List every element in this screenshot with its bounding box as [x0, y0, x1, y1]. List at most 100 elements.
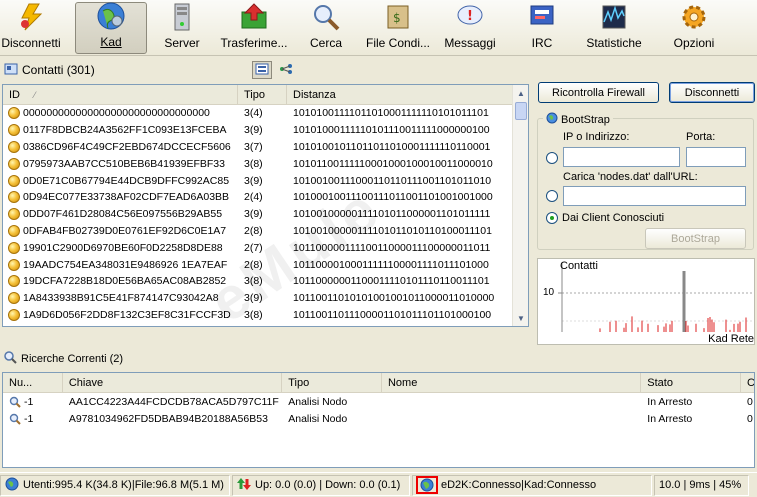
radio-url[interactable]: [546, 190, 558, 202]
toolbar-kad-button[interactable]: Kad: [75, 2, 147, 54]
contact-row[interactable]: 0DFAB4FB02739D0E0761EF92D6C0E1A7 2(8) 1010…: [3, 223, 528, 240]
main-toolbar: Disconnetti Kad Server Trasferime... Cer…: [0, 0, 757, 56]
contact-id-cell: 0D0E71C0B67794E44DCB9DFFC992AC85: [3, 174, 238, 187]
sort-indicator-icon: ⁄: [34, 89, 36, 100]
contact-tipo-cell: 2(4): [244, 191, 263, 204]
radio-known-clients[interactable]: [546, 212, 558, 224]
column-stato[interactable]: Stato: [641, 373, 741, 392]
toolbar-statistics-button[interactable]: Statistiche: [584, 2, 644, 54]
scroll-down-icon[interactable]: ▼: [513, 310, 528, 326]
toolbar-search-button[interactable]: Cerca: [304, 2, 348, 54]
contact-row[interactable]: 0795973AAB7CC510BEB6B41939EFBF33 3(8) 1010…: [3, 155, 528, 172]
contact-distance-cell: 10100100000111101011010110100011101: [293, 224, 492, 237]
contacts-icon: [4, 62, 18, 79]
contact-id-cell: 1A9D6D056F2DD8F132C3EF8C31FCCF3D: [3, 308, 238, 321]
search-num-cell: -1: [3, 396, 63, 408]
contacts-list[interactable]: ID ⁄ Tipo Distanza 0000000000000000000000…: [2, 84, 529, 327]
known-clients-label: Dai Client Conosciuti: [562, 212, 665, 224]
graph-view-toggle[interactable]: [276, 61, 296, 79]
contact-id-cell: 00000000000000000000000000000000: [3, 107, 238, 120]
contact-row[interactable]: 1A8433938B91C5E41F874147C93042A8 3(9) 1011…: [3, 290, 528, 307]
search-extra-cell: 0: [747, 412, 753, 425]
ip-label: IP o Indirizzo:: [563, 131, 630, 143]
status-users: Utenti:995.4 K(34.8 K)|File:96.8 M(5.1 M…: [0, 474, 230, 496]
recheck-firewall-button[interactable]: Ricontrolla Firewall: [538, 82, 659, 103]
contact-distance-cell: 10101100111110001000100010011000010: [293, 157, 493, 170]
toolbar-options-button[interactable]: Opzioni: [669, 2, 719, 54]
column-tipo[interactable]: Tipo: [238, 85, 287, 104]
network-connected-icon[interactable]: [416, 476, 438, 494]
list-view-toggle[interactable]: [252, 61, 272, 79]
lightning-disconnect-icon: [16, 2, 46, 32]
graph-title: Contatti: [560, 260, 598, 272]
contact-status-icon: [8, 292, 20, 305]
contact-row[interactable]: 19AADC754EA348031E9486926 1EA7EAF 2(8) 101…: [3, 256, 528, 273]
toolbar-shared-files-button[interactable]: $ File Condi...: [363, 2, 433, 54]
column-id[interactable]: ID ⁄: [3, 85, 238, 104]
status-ping: 10.0 | 9ms | 45%: [654, 474, 749, 496]
contacts-graph: Contatti 10 Kad Rete: [537, 258, 755, 345]
server-icon: [167, 2, 197, 32]
contact-row[interactable]: 19DCFA7228B18D0E56BA65AC08AB2852 3(8) 1011…: [3, 273, 528, 290]
radio-ip[interactable]: [546, 152, 558, 164]
toolbar-irc-button[interactable]: IRC: [522, 2, 562, 54]
toolbar-server-button[interactable]: Server: [160, 2, 204, 54]
status-network: eD2K:Connesso|Kad:Connesso: [412, 474, 652, 496]
searches-list-header: Nu... Chiave Tipo Nome Stato C: [3, 373, 754, 393]
url-field[interactable]: [563, 186, 746, 206]
column-distanza[interactable]: Distanza: [287, 85, 512, 104]
contact-tipo-cell: 3(8): [244, 157, 263, 170]
users-globe-icon: [5, 477, 19, 494]
port-field[interactable]: [686, 147, 746, 167]
disconnect-kad-button[interactable]: Disconnetti: [669, 82, 755, 103]
contact-status-icon: [8, 157, 20, 170]
column-chiave[interactable]: Chiave: [63, 373, 283, 392]
contacts-rows: 00000000000000000000000000000000 3(4) 1010…: [3, 105, 528, 323]
contact-id-cell: 19901C2900D6970BE60F0D2258D8DE88: [3, 241, 238, 254]
column-tipo-search[interactable]: Tipo: [282, 373, 382, 392]
toolbar-transfers-button[interactable]: Trasferime...: [218, 2, 290, 54]
contacts-vertical-scrollbar[interactable]: ▲ ▼: [512, 85, 528, 326]
contact-distance-cell: 10101001011011011010001111110110001: [293, 140, 491, 153]
contact-tipo-cell: 3(9): [244, 208, 263, 221]
contact-row[interactable]: 0D0E71C0B67794E44DCB9DFFC992AC85 3(9) 1010…: [3, 172, 528, 189]
contact-id-cell: 0D94EC077E33738AF02CDF7EAD6A03BB: [3, 191, 238, 204]
contact-tipo-cell: 2(8): [244, 224, 263, 237]
column-nome[interactable]: Nome: [382, 373, 642, 392]
contact-id-cell: 0386CD96F4C49CF2EBD674DCCECF5606: [3, 140, 238, 153]
contact-status-icon: [8, 124, 20, 137]
toolbar-messages-button[interactable]: ! Messaggi: [441, 2, 499, 54]
contact-row[interactable]: 00000000000000000000000000000000 3(4) 1010…: [3, 105, 528, 122]
scroll-up-icon[interactable]: ▲: [513, 85, 528, 101]
column-num[interactable]: Nu...: [3, 373, 63, 392]
contact-status-icon: [8, 107, 20, 120]
contact-row[interactable]: 0D94EC077E33738AF02CDF7EAD6A03BB 2(4) 1010…: [3, 189, 528, 206]
contact-distance-cell: 10100100000111101011000001101011111: [293, 208, 491, 221]
contact-row[interactable]: 0DD07F461D28084C56E097556B29AB55 3(9) 1010…: [3, 206, 528, 223]
search-row[interactable]: -1 A9781034962FD5DBAB94B20188A56B53 Analis…: [3, 410, 754, 427]
network-graph-icon: [279, 63, 293, 78]
contact-tipo-cell: 3(8): [244, 275, 263, 288]
contact-row[interactable]: 0386CD96F4C49CF2EBD674DCCECF5606 3(7) 1010…: [3, 139, 528, 156]
ip-field[interactable]: [563, 147, 680, 167]
contact-id-cell: 0DFAB4FB02739D0E0761EF92D6C0E1A7: [3, 224, 238, 237]
irc-icon: [527, 2, 557, 32]
contact-row[interactable]: 19901C2900D6970BE60F0D2258D8DE88 2(7) 1011…: [3, 239, 528, 256]
toolbar-disconnect-button[interactable]: Disconnetti: [0, 2, 62, 54]
bootstrap-button[interactable]: BootStrap: [645, 228, 746, 249]
contact-tipo-cell: 2(7): [244, 241, 263, 254]
searches-title: Ricerche Correnti (2): [21, 353, 124, 365]
search-row[interactable]: -1 AA1CC4223A44FCDCDB78ACA5D797C11F Analis…: [3, 393, 754, 410]
column-extra[interactable]: C: [741, 373, 754, 392]
scroll-thumb[interactable]: [515, 102, 527, 120]
contact-status-icon: [8, 140, 20, 153]
searches-list[interactable]: Nu... Chiave Tipo Nome Stato C -1 AA1CC42…: [2, 372, 755, 468]
contact-distance-cell: 10110000011110011000011100000011011: [293, 241, 491, 254]
contact-id-cell: 19AADC754EA348031E9486926 1EA7EAF: [3, 258, 238, 271]
contact-id-cell: 0795973AAB7CC510BEB6B41939EFBF33: [3, 157, 238, 170]
contact-row[interactable]: 1A9D6D056F2DD8F132C3EF8C31FCCF3D 3(8) 1011…: [3, 307, 528, 324]
contact-row[interactable]: 0117F8DBCB24A3562FF1C093E13FCEBA 3(9) 1010…: [3, 122, 528, 139]
contact-tipo-cell: 3(9): [244, 292, 263, 305]
contact-status-icon: [8, 241, 20, 254]
messages-icon: !: [455, 2, 485, 32]
